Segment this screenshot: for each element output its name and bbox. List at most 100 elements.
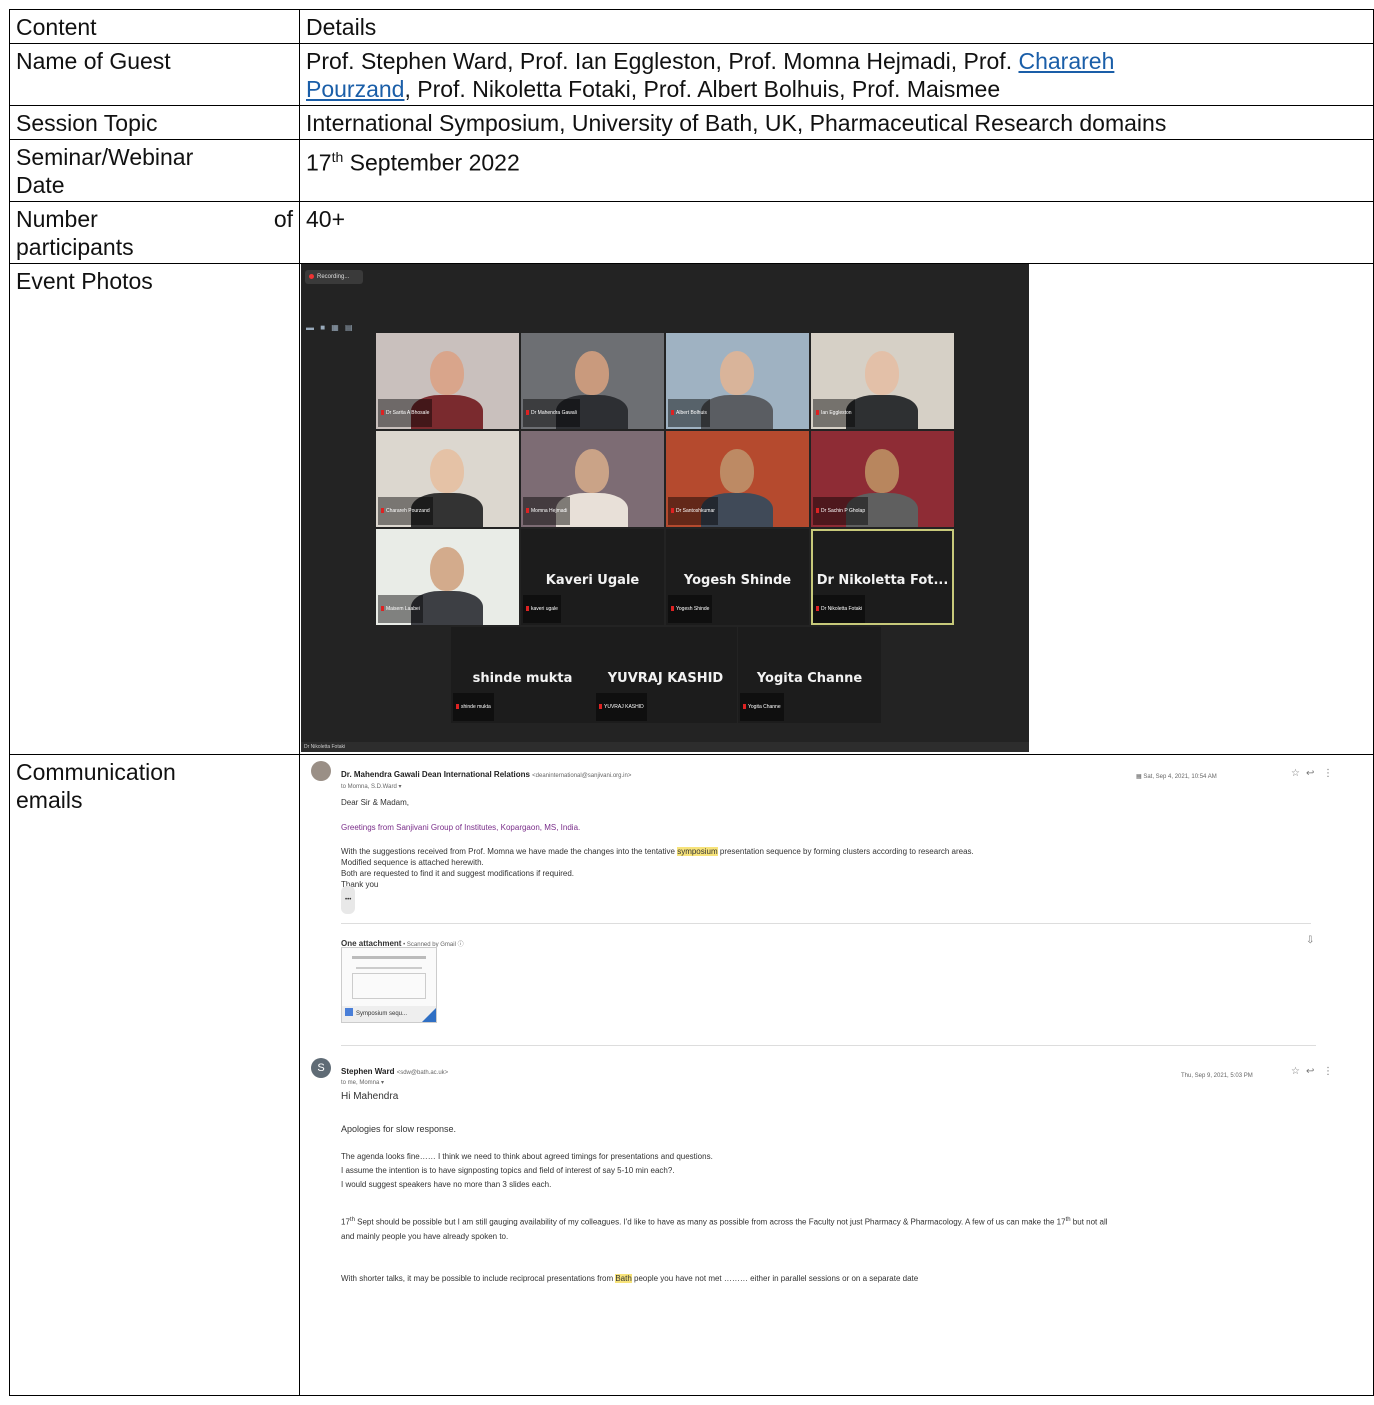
email2-more-icon[interactable]: ⋮ [1323,1058,1331,1086]
participants-value: 40+ [299,201,1374,264]
email1-star-icon[interactable]: ☆ [1291,760,1300,788]
participants-word2: of [273,206,293,232]
stephen-avatar: S [311,1058,331,1078]
doc-icon [345,1008,353,1016]
participant-tile: Kaveri Ugale kaveri ugale [521,529,664,625]
email1-ellipsis-button[interactable]: ••• [341,886,356,914]
row-emails: Communication emails Dr. Mahendra Gawali … [9,754,1374,1396]
email2-p2b: I assume the intention is to have signpo… [341,1166,675,1175]
participant-torso [846,395,918,429]
zoom-footer: Dr Nikoletta Fotaki [301,742,1029,752]
participant-face [720,351,754,395]
thumb-table [352,973,426,999]
participant-face [575,449,609,493]
participant-name-label: Yogesh Shinde [668,595,713,623]
row-date: Seminar/Webinar Date 17th September 2022 [9,139,1374,202]
email2-p4-post: people you have not met ……… either in pa… [631,1274,919,1283]
participant-face [865,351,899,395]
participant-tile: Charareh Pourzand [376,431,519,527]
topic-value: International Symposium, University of B… [299,105,1374,140]
participants-word1: Number [16,206,98,232]
email2-p2: The agenda looks fine…… I think we need … [341,1150,713,1192]
email2-p3b: but not all [1070,1217,1108,1227]
row-topic: Session Topic International Symposium, U… [9,105,1374,140]
participant-name-label: Ian Eggleston [813,399,855,427]
guest-label: Name of Guest [9,43,300,106]
row-participants: Number of participants 40+ [9,201,1374,264]
participant-name-label: Momna Hejmadi [523,497,571,525]
participants-word3: participants [16,234,134,260]
date-label: Seminar/Webinar Date [9,139,300,202]
participant-name-label: Maisem Laabei [378,595,423,623]
participant-face [720,449,754,493]
email2-date: Thu, Sep 9, 2021, 5:03 PM [1181,1073,1253,1079]
participant-display-name: Yogita Channe [756,671,863,686]
guest-link-line2: Pourzand [306,76,405,102]
email2-p4-hl: Bath [615,1274,632,1283]
emails-label-1: Communication [16,759,176,785]
email1-more-icon[interactable]: ⋮ [1323,760,1331,788]
thumb-line [356,967,422,969]
participant-display-name: shinde mukta [472,671,573,686]
email2-p4: With shorter talks, it may be possible t… [341,1265,918,1293]
participant-tile: Dr Santoshkumar [666,431,809,527]
participant-tile: Maisem Laabei [376,529,519,625]
date-suffix: th [331,149,344,165]
view-controls-icon: ▬ ■ ▦ ▤ [306,323,355,332]
participants-label: Number of participants [9,201,300,264]
recording-indicator: Recording... [305,270,363,284]
photos-cell: Recording... ▬ ■ ▦ ▤ Dr Sarita A Bhosale… [299,263,1374,755]
participant-display-name: Yogesh Shinde [683,573,792,588]
email2-p2c: I would suggest speakers have no more th… [341,1180,552,1189]
participant-tile: YUVRAJ KASHID YUVRAJ KASHID [594,627,737,723]
attachment-thumbnail[interactable]: Symposium sequ... [341,947,437,1023]
participant-name-label: Albert Bolhuis [668,399,710,427]
details-table: Content Details Name of Guest Prof. Step… [9,9,1374,1396]
participant-name-label: Dr Mahendra Gawali [523,399,580,427]
participant-torso [701,395,773,429]
email2-p1: Apologies for slow response. [341,1124,457,1134]
email2-p3: 17th Sept should be possible but I am st… [341,1213,1108,1244]
email-screenshot: Dr. Mahendra Gawali Dean International R… [301,755,1331,1393]
participant-name-label: kaveri ugale [523,595,561,623]
email2-p4-pre: With shorter talks, it may be possible t… [341,1274,616,1283]
participant-face [865,449,899,493]
guest-value: Prof. Stephen Ward, Prof. Ian Eggleston,… [299,43,1374,106]
row-guest: Name of Guest Prof. Stephen Ward, Prof. … [9,43,1374,106]
emails-label-2: emails [16,787,83,813]
participant-tile: Yogesh Shinde Yogesh Shinde [666,529,809,625]
participant-tile: Dr Nikoletta Fot... Dr Nikoletta Fotaki [811,529,954,625]
attachment-name: Symposium sequ... [356,1011,408,1017]
photos-label: Event Photos [9,263,300,755]
participant-face [575,351,609,395]
emails-label: Communication emails [9,754,300,1396]
date-rest: September 2022 [343,149,520,176]
email1-greeting: Dear Sir & Madam, [341,798,410,807]
participant-name-label: Dr Santoshkumar [668,497,718,525]
emails-cell: Dr. Mahendra Gawali Dean International R… [299,754,1374,1396]
participant-tile: Ian Eggleston [811,333,954,429]
email1-line2-post: presentation sequence by forming cluster… [717,847,974,856]
guest-link-line1: Charareh [1018,48,1115,74]
topic-label: Session Topic [9,105,300,140]
email2-p3c: and mainly people you have already spoke… [341,1231,509,1241]
email2-reply-icon[interactable]: ↩ [1306,1058,1314,1086]
participant-face [430,351,464,395]
sender-avatar-icon [311,761,331,781]
email1-sender-addr: <deaninternational@sanjivani.org.in> [532,773,632,779]
email2-star-icon[interactable]: ☆ [1291,1058,1300,1086]
download-all-icon[interactable]: ⇩ [1306,927,1314,955]
email1-line2-hl: symposium [677,847,718,856]
participant-name-label: Dr Sachin P Gholap [813,497,869,525]
email-divider [341,1045,1316,1046]
date-value: 17th September 2022 [299,139,1374,202]
email2-p3-day: 17 [341,1217,350,1227]
participant-tile: Dr Sarita A Bhosale [376,333,519,429]
email1-reply-icon[interactable]: ↩ [1306,760,1314,788]
attachment-fold-icon [422,1008,436,1022]
participant-tile: shinde mukta shinde mukta [451,627,594,723]
guest-names-2: , Prof. Nikoletta Fotaki, Prof. Albert B… [404,76,1001,102]
date-day: 17 [306,149,332,176]
guest-names-1: Prof. Stephen Ward, Prof. Ian Eggleston,… [306,48,1019,74]
row-photos: Event Photos Recording... ▬ ■ ▦ ▤ Dr Sar… [9,263,1374,755]
